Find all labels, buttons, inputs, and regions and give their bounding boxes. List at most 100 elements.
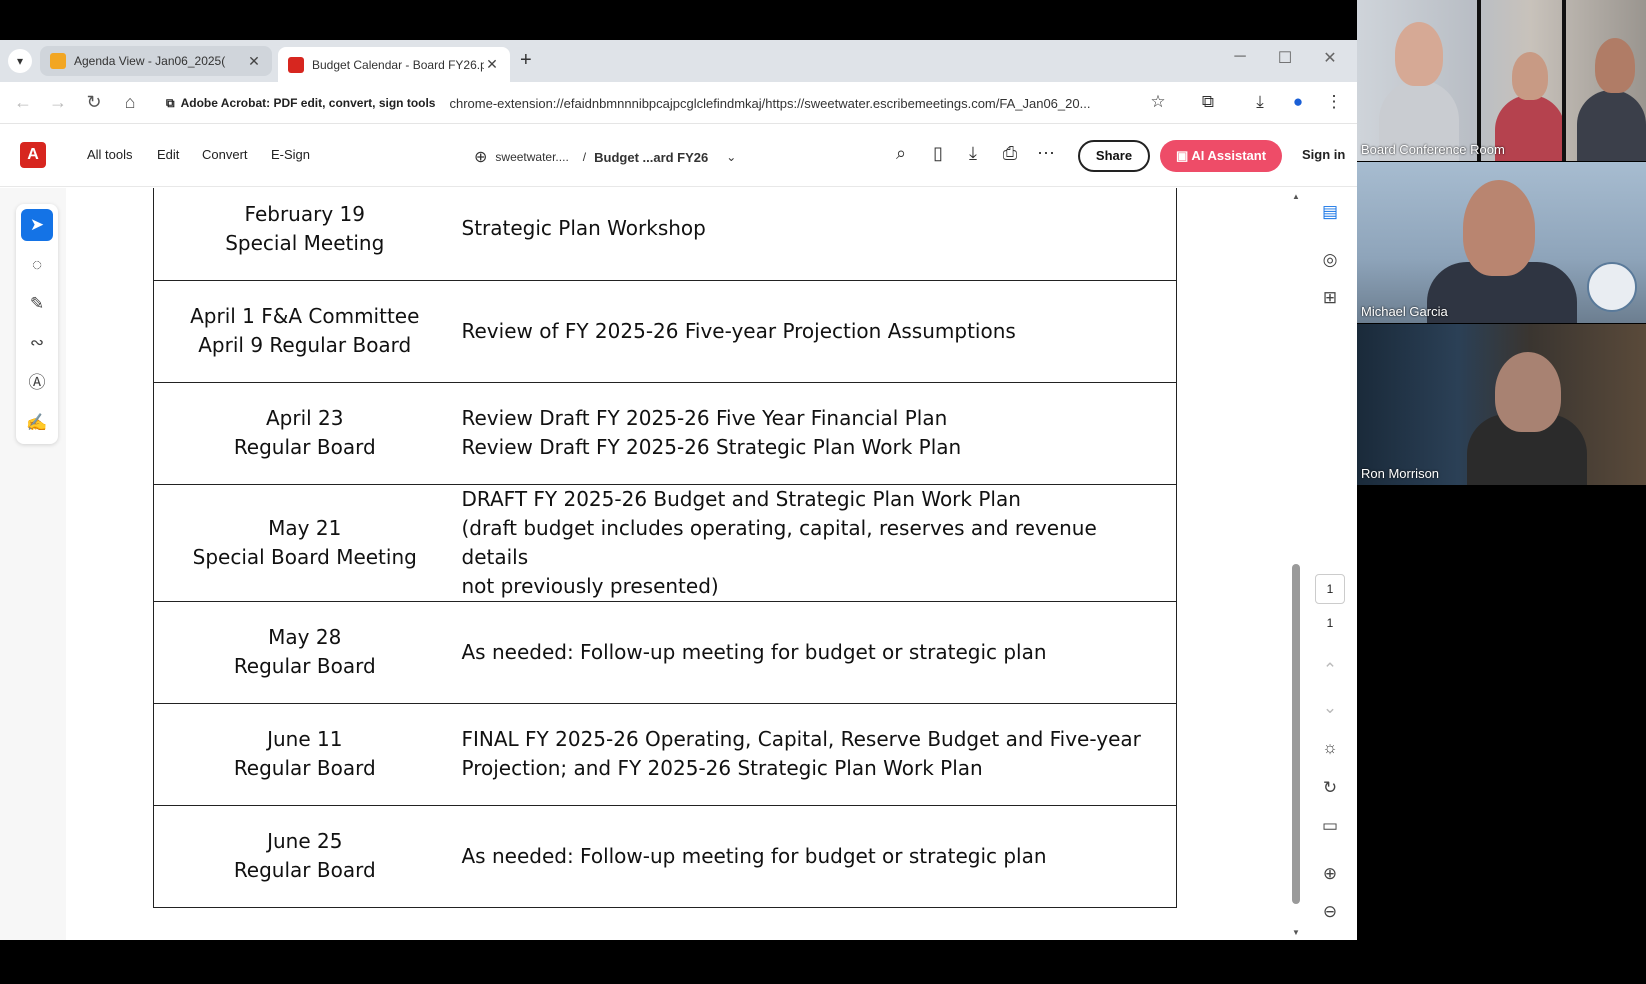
menu-convert[interactable]: Convert xyxy=(202,147,248,162)
minimize-icon[interactable]: ─ xyxy=(1225,48,1255,66)
agenda-item-line: Review of FY 2025-26 Five-year Projectio… xyxy=(461,318,1016,343)
profile-icon[interactable]: ● xyxy=(1286,92,1310,112)
url-text: chrome-extension://efaidnbmnnnibpcajpcgl… xyxy=(449,95,1091,111)
browser-window: ▾ Agenda View - Jan06_2025( ✕ Budget Cal… xyxy=(0,40,1357,940)
fill-sign-icon[interactable]: ✍ xyxy=(21,407,53,439)
ai-assistant-label: AI Assistant xyxy=(1191,148,1267,163)
schedule-row: June 25 Regular Board As needed: Follow-up… xyxy=(153,804,1177,908)
scrollbar-thumb[interactable] xyxy=(1292,564,1300,904)
extension-label: Adobe Acrobat: PDF edit, convert, sign t… xyxy=(180,96,436,110)
share-button[interactable]: Share xyxy=(1078,140,1150,172)
menu-esign[interactable]: E-Sign xyxy=(271,147,310,162)
scroll-down-arrow-icon[interactable]: ▼ xyxy=(1290,928,1302,937)
menu-edit[interactable]: Edit xyxy=(157,147,179,162)
rotate-icon[interactable]: ↻ xyxy=(1316,774,1344,802)
browser-menu-icon[interactable]: ⋮ xyxy=(1322,92,1346,112)
meeting-date-line: April 9 Regular Board xyxy=(198,333,412,357)
schedule-row: February 19 Special Meeting Strategic Plan… xyxy=(153,188,1177,281)
meeting-date-cell: February 19 Special Meeting xyxy=(153,188,456,281)
chevron-down-icon[interactable]: ⌄ xyxy=(726,150,736,164)
video-tile-michael-garcia[interactable]: Michael Garcia xyxy=(1357,162,1646,323)
agenda-item-line: Strategic Plan Workshop xyxy=(461,216,706,241)
participant-head xyxy=(1463,180,1535,276)
print-icon[interactable]: ⎙ xyxy=(998,143,1022,164)
close-tab-icon[interactable]: ✕ xyxy=(246,53,262,70)
new-tab-button[interactable]: + xyxy=(520,49,532,72)
zoom-out-icon[interactable]: ⊖ xyxy=(1316,898,1344,926)
maximize-icon[interactable]: ☐ xyxy=(1270,48,1300,68)
agenda-item-cell: As needed: Follow-up meeting for budget … xyxy=(455,804,1177,908)
participant-silhouette xyxy=(1495,95,1565,161)
browser-toolbar: ← → ↻ ⌂ ⧉ Adobe Acrobat: PDF edit, conve… xyxy=(0,82,1357,124)
draw-lasso-icon[interactable]: ∾ xyxy=(21,327,53,359)
grid-view-icon[interactable]: ⊞ xyxy=(1316,284,1344,312)
extension-chip[interactable]: ⧉ Adobe Acrobat: PDF edit, convert, sign… xyxy=(166,96,435,111)
tab-agenda-view[interactable]: Agenda View - Jan06_2025( ✕ xyxy=(40,46,272,76)
reload-icon[interactable]: ↻ xyxy=(83,92,105,113)
downloads-icon[interactable]: ⤓ xyxy=(1248,92,1272,112)
page-thumbnails-icon[interactable]: ▯ xyxy=(926,143,950,164)
video-tile-ron-morrison[interactable]: Ron Morrison xyxy=(1357,324,1646,485)
download-icon[interactable]: ⤓ xyxy=(961,143,985,164)
meeting-date-line: May 28 xyxy=(268,625,342,649)
tab-search-chevron-icon[interactable]: ▾ xyxy=(8,49,32,73)
current-page-input[interactable]: 1 xyxy=(1315,574,1345,604)
agenda-item-cell: Review Draft FY 2025-26 Five Year Financ… xyxy=(455,381,1177,485)
highlight-pen-icon[interactable]: ✎ xyxy=(21,288,53,320)
bookmark-star-icon[interactable]: ☆ xyxy=(1146,92,1170,112)
close-tab-icon[interactable]: ✕ xyxy=(484,56,500,73)
room-door-frame xyxy=(1562,0,1566,161)
schedule-row: May 28 Regular Board As needed: Follow-up … xyxy=(153,600,1177,704)
agenda-item-line: FINAL FY 2025-26 Operating, Capital, Res… xyxy=(461,727,1141,751)
meeting-date-line: Regular Board xyxy=(233,435,376,459)
acrobat-logo-icon[interactable]: A xyxy=(20,142,46,168)
agenda-item-cell: Review of FY 2025-26 Five-year Projectio… xyxy=(455,279,1177,383)
participant-silhouette xyxy=(1577,90,1646,161)
participant-name: Ron Morrison xyxy=(1361,466,1440,481)
tab-title: Budget Calendar - Board FY26.p xyxy=(312,57,484,72)
breadcrumb-site[interactable]: sweetwater.... xyxy=(495,150,568,164)
ai-assistant-button[interactable]: ▣ AI Assistant xyxy=(1160,140,1282,172)
back-arrow-icon[interactable]: ← xyxy=(12,92,34,113)
participant-head xyxy=(1395,22,1443,86)
text-box-icon[interactable]: Ⓐ xyxy=(21,367,53,399)
meeting-date-line: Special Board Meeting xyxy=(192,544,417,569)
forward-arrow-icon[interactable]: → xyxy=(47,92,69,113)
comment-icon[interactable]: ◌ xyxy=(21,249,53,281)
zoom-in-icon[interactable]: ⊕ xyxy=(1316,860,1344,888)
address-bar[interactable]: ⧉ Adobe Acrobat: PDF edit, convert, sign… xyxy=(158,87,1158,119)
close-window-icon[interactable]: ✕ xyxy=(1315,48,1345,68)
schedule-row: June 11 Regular Board FINAL FY 2025-26 Ope… xyxy=(153,702,1177,806)
meeting-date-line: February 19 xyxy=(244,201,365,226)
agenda-item-cell: As needed: Follow-up meeting for budget … xyxy=(455,600,1177,704)
scroll-up-arrow-icon[interactable]: ▲ xyxy=(1290,192,1302,201)
page-document-icon[interactable]: ▭ xyxy=(1316,812,1344,840)
acrobat-favicon-icon xyxy=(288,56,304,73)
video-tile-board-room[interactable]: Board Conference Room xyxy=(1357,0,1646,161)
menu-all-tools[interactable]: All tools xyxy=(87,147,133,162)
document-name[interactable]: Budget ...ard FY26 xyxy=(594,150,708,165)
ai-summary-icon[interactable]: ▤ xyxy=(1316,198,1344,226)
meeting-date-line: June 25 xyxy=(267,829,343,853)
extensions-icon[interactable]: ⧉ xyxy=(1196,92,1220,112)
vertical-scrollbar[interactable]: ▲ ▼ xyxy=(1290,188,1302,940)
meeting-date-cell: May 21 Special Board Meeting xyxy=(153,483,456,602)
select-cursor-icon[interactable]: ➤ xyxy=(21,209,53,241)
search-icon[interactable]: ⌕ xyxy=(889,143,913,164)
brightness-icon[interactable]: ☼ xyxy=(1316,734,1344,762)
pdf-page: February 19 Special Meeting Strategic Plan… xyxy=(66,188,1290,940)
comments-panel-icon[interactable]: ◎ xyxy=(1316,246,1344,274)
meeting-date-cell: June 11 Regular Board xyxy=(153,702,456,806)
total-pages: 1 xyxy=(1326,616,1334,630)
meeting-date-line: April 1 F&A Committee xyxy=(190,304,420,328)
tab-title: Agenda View - Jan06_2025( xyxy=(74,54,226,68)
more-options-icon[interactable]: ⋯ xyxy=(1034,143,1058,164)
meeting-date-line: Regular Board xyxy=(233,756,376,780)
sign-in-link[interactable]: Sign in xyxy=(1302,147,1345,162)
next-page-icon[interactable]: ⌄ xyxy=(1316,694,1344,722)
home-icon[interactable]: ⌂ xyxy=(119,92,141,113)
tab-budget-calendar[interactable]: Budget Calendar - Board FY26.p ✕ xyxy=(278,47,510,82)
ai-chat-icon: ▣ xyxy=(1175,148,1192,163)
previous-page-icon[interactable]: ⌃ xyxy=(1316,656,1344,684)
meeting-date-line: April 23 xyxy=(265,406,344,430)
